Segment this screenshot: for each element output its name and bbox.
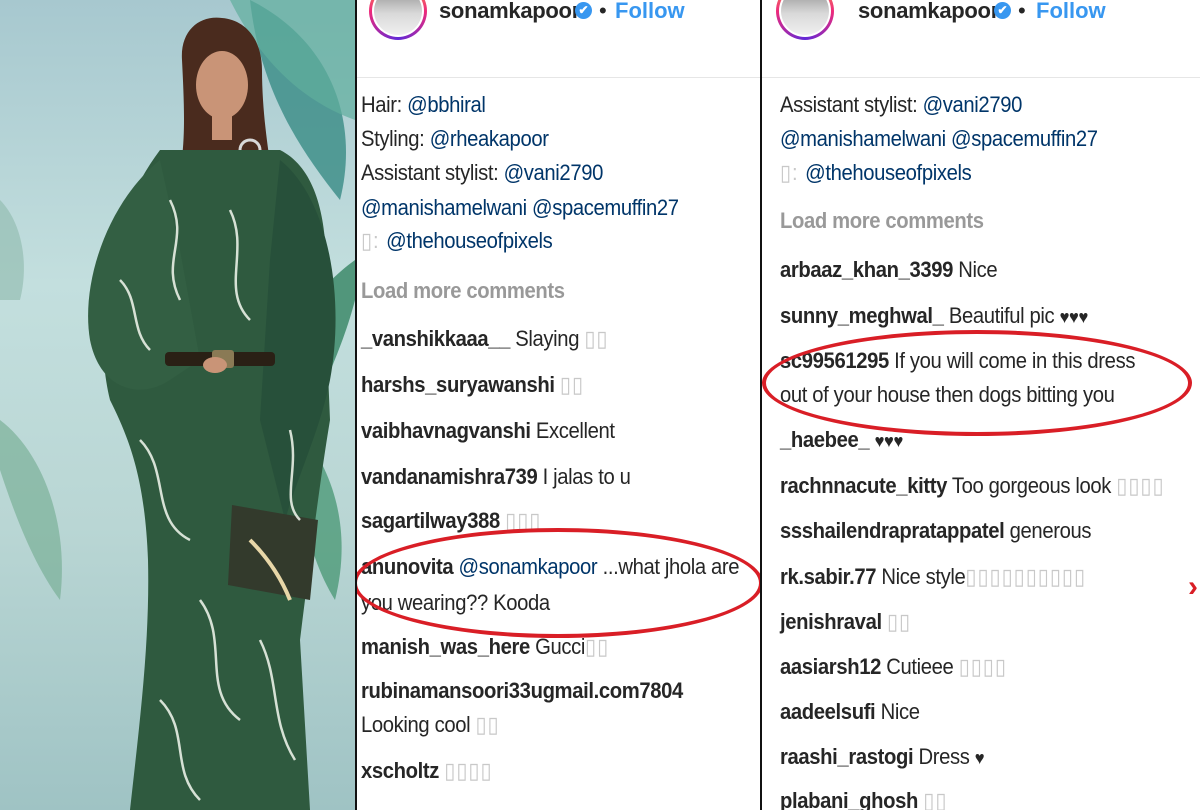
post-photo bbox=[0, 0, 355, 810]
comment-username[interactable]: plabani_ghosh bbox=[780, 788, 918, 810]
comment-row: xscholtz ▯▯▯▯ bbox=[361, 758, 493, 783]
post-header: sonamkapoor ✔ • Follow bbox=[762, 0, 1200, 78]
mention-link[interactable]: @bbhiral bbox=[407, 92, 486, 117]
comment-row: sagartilway388 ▯▯▯ bbox=[361, 508, 542, 533]
comments-panel-right: sonamkapoor ✔ • Follow Assistant stylist… bbox=[762, 0, 1200, 810]
comment-row: arbaaz_khan_3399 Nice bbox=[780, 257, 998, 282]
heart-icon: ♥ bbox=[974, 748, 985, 768]
mention-link[interactable]: @rheakapoor bbox=[430, 126, 549, 151]
comment-row-highlighted: sc99561295 If you will come in this dres… bbox=[780, 348, 1136, 373]
comment-username[interactable]: raashi_rastogi bbox=[780, 744, 914, 769]
comment-username[interactable]: vandanamishra739 bbox=[361, 464, 538, 489]
load-more-comments-link[interactable]: Load more comments bbox=[361, 278, 565, 304]
profile-avatar[interactable] bbox=[369, 0, 427, 40]
comment-row: ssshailendrapratappatel generous bbox=[780, 518, 1092, 543]
comment-row: jenishraval ▯▯ bbox=[780, 609, 912, 634]
comment-row: harshs_suryawanshi ▯▯ bbox=[361, 372, 585, 397]
comment-row: raashi_rastogi Dress ♥ bbox=[780, 744, 985, 769]
comment-username[interactable]: sagartilway388 bbox=[361, 508, 500, 533]
heart-icon: ♥♥♥ bbox=[1059, 307, 1089, 327]
comment-row: rubinamansoori33ugmail.com7804 bbox=[361, 678, 683, 704]
comment-row-highlighted: anunovita @sonamkapoor ...what jhola are bbox=[361, 554, 740, 579]
red-highlight-ellipse bbox=[357, 528, 760, 638]
comment-username[interactable]: sunny_meghwal_ bbox=[780, 303, 944, 328]
caption-line: ▯: @thehouseofpixels bbox=[361, 228, 553, 253]
comment-username[interactable]: sc99561295 bbox=[780, 348, 889, 373]
comment-row: aadeelsufi Nice bbox=[780, 699, 920, 724]
post-header: sonamkapoor ✔ • Follow bbox=[357, 0, 760, 78]
comment-username[interactable]: jenishraval bbox=[780, 609, 882, 634]
caption-line: @manishamelwani @spacemuffin27 bbox=[780, 126, 1098, 152]
comment-row: sunny_meghwal_ Beautiful pic ♥♥♥ bbox=[780, 303, 1089, 328]
comment-continuation: Looking cool ▯▯ bbox=[361, 712, 500, 737]
comment-row: _haebee_ ♥♥♥ bbox=[780, 427, 903, 453]
comment-username[interactable]: ssshailendrapratappatel bbox=[780, 518, 1005, 543]
username-link[interactable]: sonamkapoor bbox=[439, 0, 580, 24]
follow-button[interactable]: Follow bbox=[615, 0, 685, 24]
username-link[interactable]: sonamkapoor bbox=[858, 0, 999, 24]
mention-link[interactable]: @manishamelwani @spacemuffin27 bbox=[780, 126, 1098, 151]
next-chevron-icon[interactable]: › bbox=[1188, 572, 1200, 602]
caption-line: @manishamelwani @spacemuffin27 bbox=[361, 195, 679, 221]
header-separator: • bbox=[599, 0, 607, 23]
mention-link[interactable]: @thehouseofpixels bbox=[805, 160, 972, 185]
comment-row: vaibhavnagvanshi Excellent bbox=[361, 418, 615, 443]
comment-username[interactable]: harshs_suryawanshi bbox=[361, 372, 555, 397]
comment-username[interactable]: manish_was_here bbox=[361, 634, 530, 659]
comment-username[interactable]: xscholtz bbox=[361, 758, 439, 783]
mention-link[interactable]: @manishamelwani @spacemuffin27 bbox=[361, 195, 679, 220]
comment-username[interactable]: anunovita bbox=[361, 554, 454, 579]
verified-badge-icon: ✔ bbox=[575, 2, 592, 19]
comment-username[interactable]: vaibhavnagvanshi bbox=[361, 418, 531, 443]
caption-line: Assistant stylist: @vani2790 bbox=[361, 160, 604, 185]
heart-icon: ♥♥♥ bbox=[874, 431, 904, 451]
mention-link[interactable]: @vani2790 bbox=[923, 92, 1023, 117]
comment-username[interactable]: _vanshikkaaa__ bbox=[361, 326, 510, 351]
header-separator: • bbox=[1018, 0, 1026, 23]
comment-continuation: you wearing?? Kooda bbox=[361, 590, 550, 615]
woman-in-green-saree-illustration bbox=[0, 0, 355, 810]
caption-line: Assistant stylist: @vani2790 bbox=[780, 92, 1023, 117]
comment-username[interactable]: _haebee_ bbox=[780, 427, 870, 452]
comment-row: aasiarsh12 Cutieee ▯▯▯▯ bbox=[780, 654, 1007, 679]
comment-username[interactable]: aadeelsufi bbox=[780, 699, 876, 724]
comment-row: rachnnacute_kitty Too gorgeous look ▯▯▯▯ bbox=[780, 473, 1165, 498]
comment-row: manish_was_here Gucci▯▯ bbox=[361, 634, 610, 659]
caption-line: Styling: @rheakapoor bbox=[361, 126, 549, 151]
caption-line: Hair: @bbhiral bbox=[361, 92, 486, 117]
comment-row: rk.sabir.77 Nice style▯▯▯▯▯▯▯▯▯▯ bbox=[780, 564, 1087, 589]
mention-link[interactable]: @sonamkapoor bbox=[453, 554, 598, 579]
comment-row: vandanamishra739 I jalas to u bbox=[361, 464, 631, 489]
follow-button[interactable]: Follow bbox=[1036, 0, 1106, 24]
verified-badge-icon: ✔ bbox=[994, 2, 1011, 19]
mention-link[interactable]: @thehouseofpixels bbox=[386, 228, 553, 253]
comment-continuation: out of your house then dogs bitting you bbox=[780, 382, 1115, 407]
mention-link[interactable]: @vani2790 bbox=[504, 160, 604, 185]
comment-username[interactable]: aasiarsh12 bbox=[780, 654, 881, 679]
comment-username[interactable]: rachnnacute_kitty bbox=[780, 473, 947, 498]
caption-line: ▯: @thehouseofpixels bbox=[780, 160, 972, 185]
comment-row: plabani_ghosh ▯▯ bbox=[780, 788, 947, 810]
profile-avatar[interactable] bbox=[776, 0, 834, 40]
comment-username[interactable]: rk.sabir.77 bbox=[780, 564, 876, 589]
comments-panel-left: sonamkapoor ✔ • Follow Hair: @bbhiral St… bbox=[357, 0, 760, 810]
comment-row: _vanshikkaaa__ Slaying ▯▯ bbox=[361, 326, 609, 351]
comment-username[interactable]: arbaaz_khan_3399 bbox=[780, 257, 953, 282]
comment-username[interactable]: rubinamansoori33ugmail.com7804 bbox=[361, 678, 683, 703]
load-more-comments-link[interactable]: Load more comments bbox=[780, 208, 984, 234]
